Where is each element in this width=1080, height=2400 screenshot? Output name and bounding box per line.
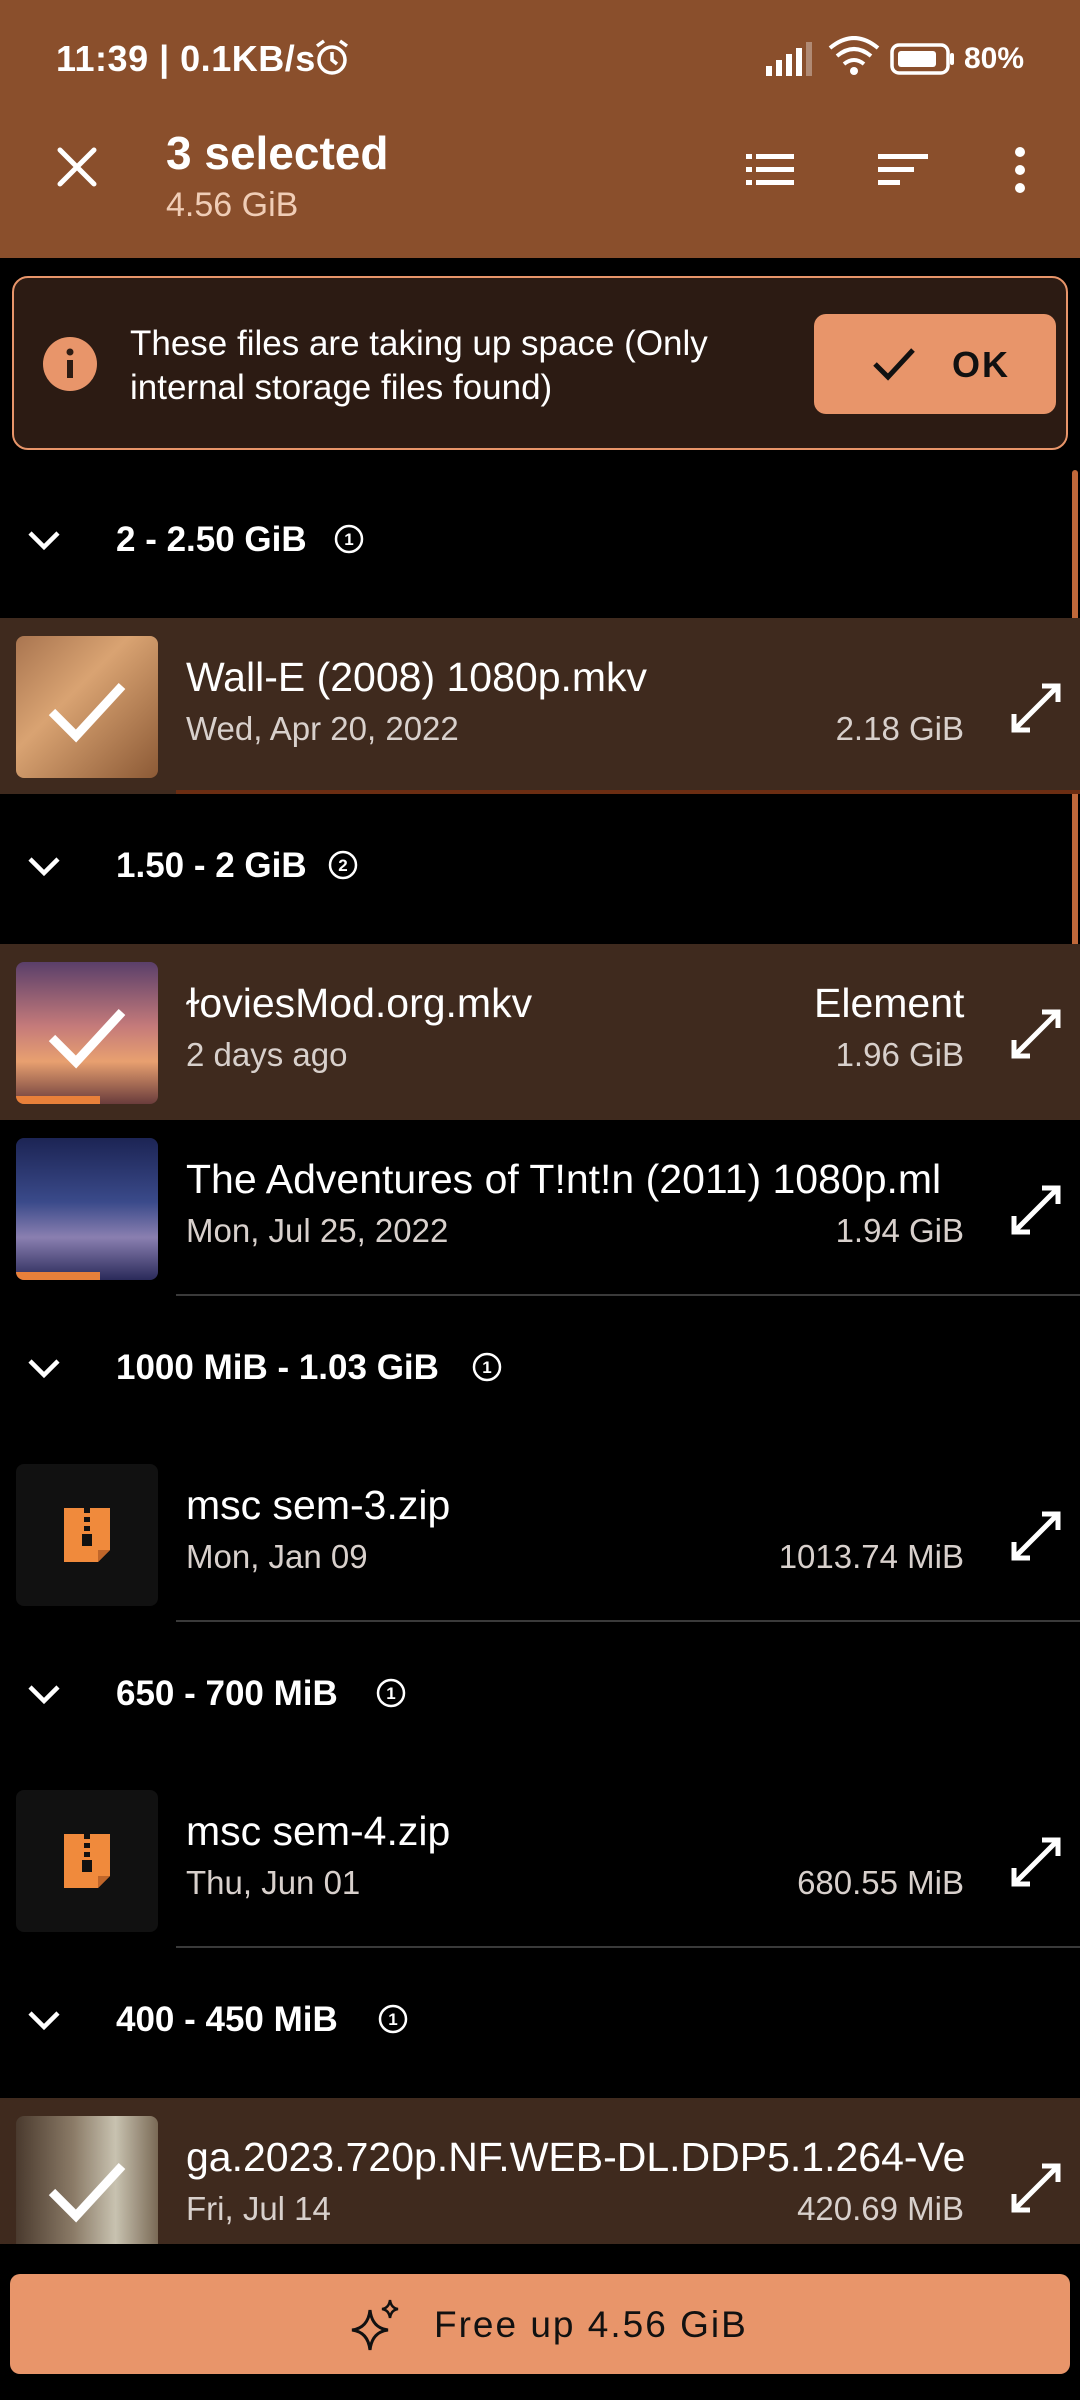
- list-view-icon[interactable]: [740, 140, 800, 200]
- group-label: 400 - 450 MiB: [116, 2000, 338, 2039]
- selected-check-icon: [48, 1008, 126, 1069]
- ok-button-label: OK: [952, 344, 1010, 385]
- file-size: 1013.74 MiB: [778, 1538, 964, 1575]
- expand-icon[interactable]: [1008, 1508, 1064, 1564]
- video-thumbnail: [16, 2116, 158, 2244]
- watch-progress: [16, 1096, 100, 1104]
- file-size: 1.94 GiB: [835, 1212, 964, 1249]
- svg-text:2: 2: [338, 856, 347, 875]
- file-row[interactable]: Wall-E (2008) 1080p.mkv Wed, Apr 20, 202…: [0, 618, 1080, 794]
- chevron-down-icon: [28, 1359, 60, 1379]
- zip-thumbnail: [16, 1464, 158, 1606]
- expand-icon[interactable]: [1008, 1182, 1064, 1238]
- sort-icon[interactable]: [874, 140, 934, 200]
- top-app-bar: 11:39 | 0.1KB/s 80% 3 selected 4.56 GiB: [0, 0, 1080, 258]
- zip-file-icon: [64, 1508, 110, 1562]
- svg-text:1: 1: [386, 1684, 395, 1703]
- group-label: 1.50 - 2 GiB: [116, 846, 307, 885]
- size-group-header[interactable]: 650 - 700 MiB 1: [0, 1622, 1080, 1768]
- info-icon: [43, 337, 97, 391]
- zip-thumbnail: [16, 1790, 158, 1932]
- size-group-header[interactable]: 400 - 450 MiB 1: [0, 1948, 1080, 2094]
- group-label: 650 - 700 MiB: [116, 1674, 338, 1713]
- video-thumbnail: [16, 1138, 158, 1280]
- file-size: 420.69 MiB: [797, 2190, 964, 2227]
- page-title: 3 selected: [166, 127, 389, 179]
- file-row[interactable]: ga.2023.720p.NF.WEB-DL.DDP5.1.264-Ve Fri…: [0, 2098, 1080, 2244]
- file-date: Wed, Apr 20, 2022: [186, 710, 459, 747]
- free-up-label: Free up 4.56 GiB: [434, 2304, 748, 2345]
- chevron-down-icon: [28, 531, 60, 551]
- svg-text:1: 1: [344, 530, 353, 549]
- battery-percent: 80%: [964, 42, 1025, 75]
- selected-size: 4.56 GiB: [166, 186, 299, 224]
- size-group-header[interactable]: 2 - 2.50 GiB 1: [0, 468, 1080, 614]
- group-count-badge: 1: [376, 1678, 406, 1708]
- free-up-button[interactable]: Free up 4.56 GiB: [10, 2274, 1070, 2374]
- file-row[interactable]: msc sem-4.zip Thu, Jun 01 680.55 MiB: [0, 1772, 1080, 1948]
- zip-file-icon: [64, 1834, 110, 1888]
- video-thumbnail: [16, 962, 158, 1104]
- sparkle-icon: [351, 2299, 399, 2351]
- expand-icon[interactable]: [1008, 1834, 1064, 1890]
- alarm-icon: [315, 39, 349, 75]
- chevron-down-icon: [28, 1685, 60, 1705]
- selected-check-icon: [48, 2162, 126, 2223]
- file-name: ɫoviesMod.org.mkv: [186, 980, 533, 1026]
- svg-text:1: 1: [482, 1358, 491, 1377]
- watch-progress: [16, 1272, 100, 1280]
- size-group-header[interactable]: 1000 MiB - 1.03 GiB 1: [0, 1296, 1080, 1442]
- status-time: 11:39 | 0.1KB/s: [56, 38, 316, 79]
- status-bar: 11:39 | 0.1KB/s 80%: [0, 0, 1080, 120]
- ok-button[interactable]: OK: [814, 314, 1056, 414]
- check-icon: [873, 348, 915, 381]
- file-name: Wall-E (2008) 1080p.mkv: [186, 654, 648, 700]
- group-label: 2 - 2.50 GiB: [116, 520, 307, 559]
- expand-icon[interactable]: [1008, 680, 1064, 736]
- file-date: Thu, Jun 01: [186, 1864, 361, 1901]
- more-options-icon[interactable]: [1000, 140, 1060, 200]
- group-count-badge: 1: [378, 2004, 408, 2034]
- svg-text:1: 1: [388, 2010, 397, 2029]
- chevron-down-icon: [28, 857, 60, 877]
- file-size: 2.18 GiB: [835, 710, 964, 747]
- file-date: Fri, Jul 14: [186, 2190, 331, 2227]
- file-row[interactable]: msc sem-3.zip Mon, Jan 09 1013.74 MiB: [0, 1446, 1080, 1622]
- expand-icon[interactable]: [1008, 2160, 1064, 2216]
- file-name: ga.2023.720p.NF.WEB-DL.DDP5.1.264-Ve: [186, 2134, 966, 2180]
- file-name: The Adventures of T!nt!n (2011) 1080p.ml: [186, 1156, 942, 1202]
- wifi-icon: [828, 36, 880, 75]
- file-size: 680.55 MiB: [797, 1864, 964, 1901]
- selected-check-icon: [48, 682, 126, 743]
- file-name: msc sem-3.zip: [186, 1482, 451, 1528]
- info-banner: These files are taking up space (Only in…: [12, 276, 1068, 450]
- video-thumbnail: [16, 636, 158, 778]
- close-icon[interactable]: [46, 136, 108, 198]
- size-group-header[interactable]: 1.50 - 2 GiB 2: [0, 794, 1080, 940]
- file-date: Mon, Jan 09: [186, 1538, 368, 1575]
- file-size: 1.96 GiB: [835, 1036, 964, 1073]
- banner-message: These files are taking up space (Only in…: [130, 324, 708, 407]
- group-label: 1000 MiB - 1.03 GiB: [116, 1348, 439, 1387]
- file-date: Mon, Jul 25, 2022: [186, 1212, 449, 1249]
- file-row[interactable]: The Adventures of T!nt!n (2011) 1080p.ml…: [0, 1120, 1080, 1296]
- group-count-badge: 1: [334, 524, 364, 554]
- chevron-down-icon: [28, 2011, 60, 2031]
- file-name: msc sem-4.zip: [186, 1808, 451, 1854]
- file-name-extra: Element: [814, 980, 965, 1026]
- group-count-badge: 1: [472, 1352, 502, 1382]
- expand-icon[interactable]: [1008, 1006, 1064, 1062]
- battery-icon: [890, 43, 954, 75]
- group-count-badge: 2: [328, 850, 358, 880]
- signal-icon: [766, 42, 812, 76]
- file-row[interactable]: ɫoviesMod.org.mkv Element 2 days ago 1.9…: [0, 944, 1080, 1120]
- file-date: 2 days ago: [186, 1036, 348, 1073]
